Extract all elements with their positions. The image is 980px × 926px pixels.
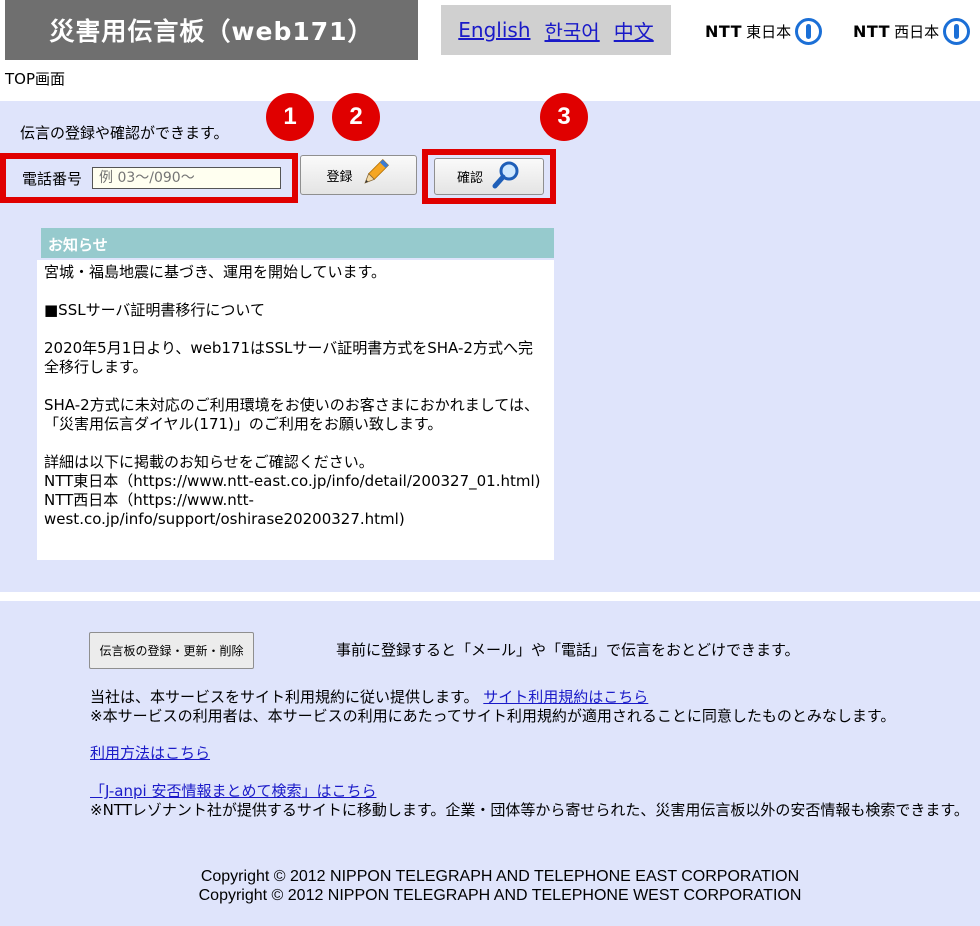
notice-body[interactable]: 宮城・福島地震に基づき、運用を開始しています。 ■SSLサーバ証明書移行について… [37,260,554,560]
confirm-button[interactable]: 確認 [434,158,544,195]
notice-paragraph: 宮城・福島地震に基づき、運用を開始しています。 [44,263,387,281]
terms-note: ※本サービスの利用者は、本サービスの利用にあたってサイト利用規約が適用されること… [90,707,896,725]
notice-link-east: NTT東日本（https://www.ntt-east.co.jp/info/d… [44,472,541,490]
step-badge-1: 1 [266,93,314,141]
terms-block: 当社は、本サービスをサイト利用規約に従い提供します。 サイト利用規約はこちら ※… [90,688,970,726]
janpi-link[interactable]: 「J-anpi 安否情報まとめて検索」はこちら [90,782,376,800]
notice-paragraph: SHA-2方式に未対応のご利用環境をお使いのお客さまにおかれましては、「災害用伝… [44,396,539,433]
manage-board-button[interactable]: 伝言板の登録・更新・削除 [89,632,254,669]
usage-link[interactable]: 利用方法はこちら [90,744,210,762]
janpi-note: ※NTTレゾナント社が提供するサイトに移動します。企業・団体等から寄せられた、災… [90,801,969,819]
step-badge-3: 3 [540,93,588,141]
notice-link-west: NTT西日本（https://www.ntt-west.co.jp/info/s… [44,491,405,528]
ntt-logo-icon [795,18,823,45]
pencil-icon [359,157,391,193]
language-switcher: English 한국어 中文 [441,5,671,55]
notice-paragraph: 2020年5月1日より、web171はSSLサーバ証明書方式をSHA-2方式へ完… [44,339,533,376]
copyright: Copyright © 2012 NIPPON TELEGRAPH AND TE… [0,867,980,905]
usage-block: 利用方法はこちら [90,744,210,763]
ntt-east-logo: NTT 東日本 [705,18,823,45]
lang-link-chinese[interactable]: 中文 [614,16,654,45]
screen-name: TOP画面 [5,70,66,88]
copyright-west: Copyright © 2012 NIPPON TELEGRAPH AND TE… [198,887,802,904]
ntt-west-logo: NTT 西日本 [853,18,971,45]
terms-text: 当社は、本サービスをサイト利用規約に従い提供します。 [90,688,479,706]
copyright-east: Copyright © 2012 NIPPON TELEGRAPH AND TE… [200,868,800,885]
phone-number-group: 電話番号 [0,153,298,203]
janpi-block: 「J-anpi 安否情報まとめて検索」はこちら ※NTTレゾナント社が提供するサ… [90,782,970,820]
notice-paragraph: 詳細は以下に掲載のお知らせをご確認ください。 [44,453,374,471]
phone-number-input[interactable] [92,167,282,189]
notice-heading: お知らせ [41,228,554,258]
terms-link[interactable]: サイト利用規約はこちら [483,688,648,706]
register-button-label: 登録 [326,169,353,185]
confirm-button-label: 確認 [456,171,483,186]
confirm-highlight: 確認 [422,149,556,204]
ntt-logo-icon [943,18,971,45]
lang-link-korean[interactable]: 한국어 [545,16,600,45]
page-title: 災害用伝言板（web171） [5,0,418,60]
phone-label: 電話番号 [22,169,83,188]
lang-link-english[interactable]: English [458,18,530,42]
register-button[interactable]: 登録 [300,155,417,195]
lead-text: 伝言の登録や確認ができます。 [20,124,229,142]
manage-description: 事前に登録すると「メール」や「電話」で伝言をおとどけできます。 [336,641,800,659]
notice-paragraph: ■SSLサーバ証明書移行について [44,301,265,319]
magnifier-icon [491,160,521,194]
step-badge-2: 2 [332,93,380,141]
